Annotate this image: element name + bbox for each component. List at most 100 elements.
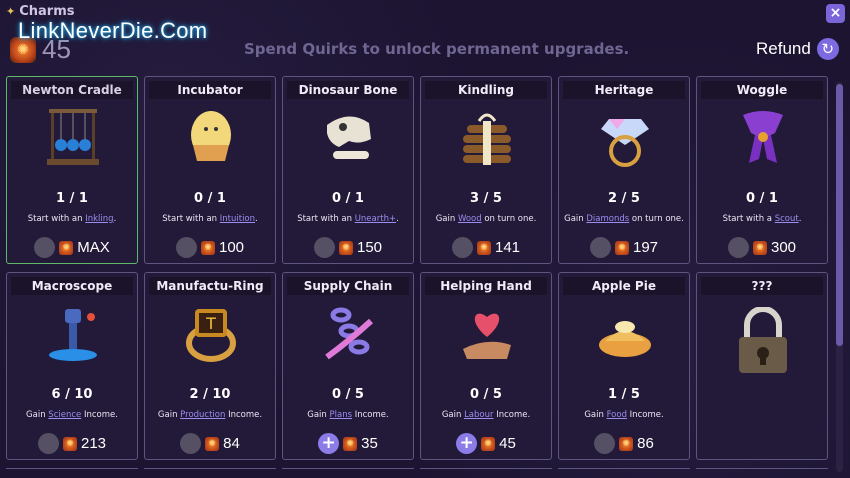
charm-name: Dinosaur Bone	[287, 81, 409, 99]
charm-card[interactable]: Woggle 0 / 1 Start with a Scout. ✺ 300	[696, 76, 828, 264]
resource-link[interactable]: Wood	[458, 214, 482, 224]
buy-button[interactable]	[34, 237, 56, 258]
charm-card-partial[interactable]	[282, 468, 414, 474]
charm-name: Heritage	[563, 81, 685, 99]
charm-progress: 2 / 5	[608, 191, 640, 206]
charm-art	[457, 105, 517, 169]
buy-button[interactable]	[594, 433, 616, 454]
scrollbar-thumb[interactable]	[836, 84, 843, 346]
charm-card[interactable]: ???	[696, 272, 828, 460]
quirk-icon: ✺	[200, 240, 215, 255]
charm-card[interactable]: Apple Pie 1 / 5 Gain Food Income. ✺ 86	[558, 272, 690, 460]
resource-link[interactable]: Plans	[330, 410, 353, 420]
charm-card-partial[interactable]	[696, 468, 828, 474]
charm-progress: 2 / 10	[189, 387, 231, 402]
resource-link[interactable]: Food	[607, 410, 627, 420]
plus-icon[interactable]: +	[318, 433, 340, 454]
charm-footer: ✺ 84	[145, 433, 275, 454]
charm-footer: ✺ 86	[559, 433, 689, 454]
charm-description: Start with an Unearth+.	[297, 214, 399, 224]
refund-icon: ↻	[816, 38, 839, 60]
charm-description: Gain Wood on turn one.	[435, 214, 537, 224]
quirk-icon: ✺	[205, 436, 220, 451]
charm-card-partial[interactable]	[420, 468, 552, 474]
resource-link[interactable]: Diamonds	[586, 214, 629, 224]
plus-icon[interactable]: +	[456, 433, 478, 454]
charm-name: Apple Pie	[563, 277, 685, 295]
charm-card-partial[interactable]	[144, 468, 276, 474]
charm-progress: 0 / 5	[470, 387, 502, 402]
quirk-icon: ✺	[59, 240, 74, 255]
charm-card[interactable]: Heritage 2 / 5 Gain Diamonds on turn one. ✺…	[558, 76, 690, 264]
subtitle: Spend Quirks to unlock permanent upgrade…	[244, 40, 630, 58]
quirk-icon: ✺	[752, 240, 767, 255]
charm-card[interactable]: Macroscope 6 / 10 Gain Science Income. ✺ 213	[6, 272, 138, 460]
charm-progress: 0 / 1	[746, 191, 778, 206]
charm-art	[181, 105, 241, 169]
resource-link[interactable]: Unearth+	[355, 214, 396, 224]
charm-cost: 300	[770, 239, 797, 256]
quirk-icon: ✺	[481, 436, 496, 451]
charm-footer: + ✺ 45	[421, 433, 551, 454]
resource-link[interactable]: Labour	[464, 410, 493, 420]
charm-description: Gain Diamonds on turn one.	[564, 214, 684, 224]
charm-description: Start with an Intuition.	[162, 214, 258, 224]
charm-cost: 141	[494, 239, 521, 256]
charm-cost: MAX	[77, 239, 110, 256]
quirk-icon: ✺	[62, 436, 77, 451]
charm-progress: 6 / 10	[51, 387, 93, 402]
charm-footer: ✺ 197	[559, 237, 689, 258]
charm-footer: + ✺ 35	[283, 433, 413, 454]
buy-button[interactable]	[727, 237, 749, 258]
resource-link[interactable]: Production	[180, 410, 225, 420]
charm-name: Supply Chain	[287, 277, 409, 295]
charm-card[interactable]: Helping Hand 0 / 5 Gain Labour Income. + ✺ 45	[420, 272, 552, 460]
charm-card-partial[interactable]	[6, 468, 138, 474]
charm-progress: 0 / 5	[332, 387, 364, 402]
charm-card[interactable]: Dinosaur Bone 0 / 1 Start with an Unearth+…	[282, 76, 414, 264]
charm-card[interactable]: Supply Chain 0 / 5 Gain Plans Income. + ✺ 35	[282, 272, 414, 460]
charm-card[interactable]: Manufactu-Ring T 2 / 10 Gain Production Inc…	[144, 272, 276, 460]
scrollbar[interactable]	[836, 82, 843, 472]
buy-button[interactable]	[180, 433, 202, 454]
charm-footer: ✺ 150	[283, 237, 413, 258]
charm-name: Macroscope	[11, 277, 133, 295]
charm-name: Manufactu-Ring	[149, 277, 271, 295]
charm-footer: ✺ 100	[145, 237, 275, 258]
refund-button[interactable]: Refund ↻	[756, 38, 839, 60]
charm-card-partial[interactable]	[558, 468, 690, 474]
charm-cost: 197	[632, 239, 659, 256]
charm-progress: 3 / 5	[470, 191, 502, 206]
buy-button[interactable]	[37, 433, 59, 454]
quirk-icon: ✺	[343, 436, 358, 451]
charm-card[interactable]: Kindling 3 / 5 Gain Wood on turn one. ✺ 141	[420, 76, 552, 264]
charm-cost: 100	[218, 239, 245, 256]
resource-link[interactable]: Inkling	[85, 214, 113, 224]
charm-footer: ✺ 300	[697, 237, 827, 258]
buy-button[interactable]	[175, 237, 197, 258]
charm-art	[43, 105, 103, 169]
quirk-icon: ✺	[619, 436, 634, 451]
buy-button[interactable]	[313, 237, 335, 258]
charm-description: Gain Food Income.	[584, 410, 664, 420]
charm-description: Gain Labour Income.	[441, 410, 531, 420]
charm-description: Gain Production Income.	[157, 410, 263, 420]
charm-art	[457, 301, 517, 365]
resource-link[interactable]: Intuition	[220, 214, 255, 224]
charm-art	[319, 105, 379, 169]
sparkle-icon: ✦	[6, 5, 16, 18]
charm-description: Gain Plans Income.	[307, 410, 389, 420]
watermark: LinkNeverDie.Com	[18, 18, 208, 43]
header: ✦ Charms × ✺ 45 LinkNeverDie.Com Spend Q…	[0, 0, 850, 72]
charm-art	[319, 301, 379, 365]
close-button[interactable]: ×	[826, 4, 845, 23]
charm-card[interactable]: Newton Cradle 1 / 1 Start with an Inkling.…	[6, 76, 138, 264]
charm-progress: 0 / 1	[332, 191, 364, 206]
buy-button[interactable]	[451, 237, 473, 258]
charm-description: Start with an Inkling.	[27, 214, 117, 224]
charm-card[interactable]: Incubator 0 / 1 Start with an Intuition. ✺ 1…	[144, 76, 276, 264]
buy-button[interactable]	[589, 237, 611, 258]
charm-name: Kindling	[425, 81, 547, 99]
resource-link[interactable]: Science	[48, 410, 81, 420]
resource-link[interactable]: Scout	[775, 214, 799, 224]
